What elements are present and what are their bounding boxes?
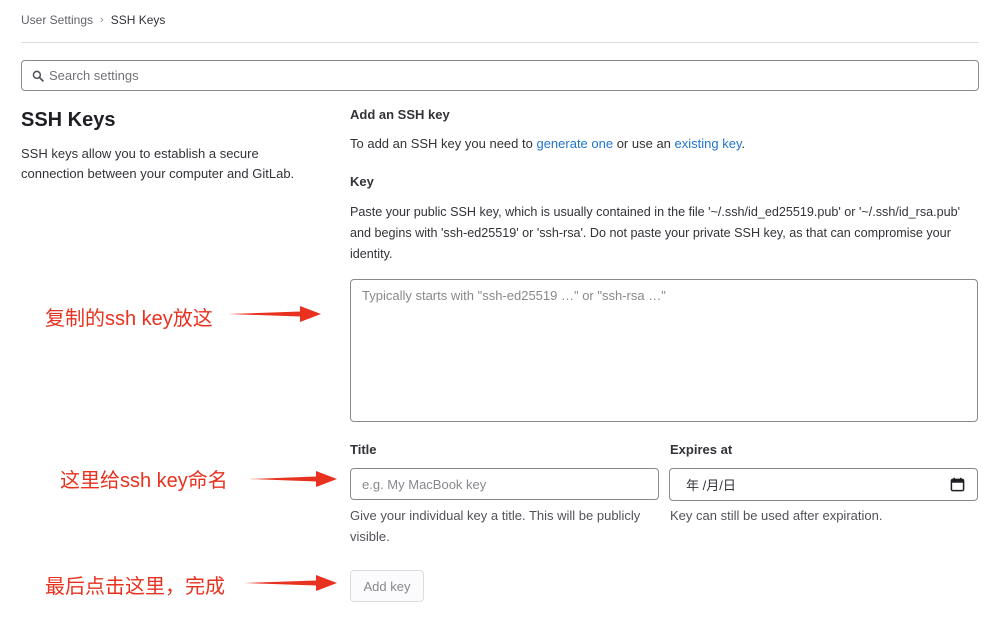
breadcrumb-parent[interactable]: User Settings bbox=[21, 13, 93, 27]
expires-date-input[interactable]: 年 /月/日 bbox=[669, 468, 978, 501]
generate-one-link[interactable]: generate one bbox=[536, 136, 613, 151]
annotation-key: 复制的ssh key放这 bbox=[45, 308, 213, 330]
annotation-arrow-key bbox=[228, 306, 321, 322]
breadcrumb-current[interactable]: SSH Keys bbox=[111, 13, 166, 27]
annotation-title: 这里给ssh key命名 bbox=[60, 470, 228, 492]
expires-help-text: Key can still be used after expiration. bbox=[670, 508, 883, 523]
annotation-arrow-title bbox=[249, 471, 337, 487]
title-input[interactable] bbox=[350, 468, 659, 500]
header-divider bbox=[21, 42, 979, 43]
key-textarea[interactable] bbox=[350, 279, 978, 422]
section-description: SSH keys allow you to establish a secure… bbox=[21, 146, 295, 181]
title-help-text: Give your individual key a title. This w… bbox=[350, 508, 641, 544]
expires-label: Expires at bbox=[670, 442, 733, 457]
add-key-heading: Add an SSH key bbox=[350, 107, 450, 122]
calendar-icon[interactable] bbox=[950, 477, 965, 492]
existing-key-link[interactable]: existing key bbox=[675, 136, 742, 151]
search-icon bbox=[32, 70, 44, 82]
search-input[interactable] bbox=[49, 68, 978, 83]
annotation-arrow-submit bbox=[244, 575, 337, 591]
add-key-intro: To add an SSH key you need to generate o… bbox=[350, 136, 746, 151]
title-label: Title bbox=[350, 442, 377, 457]
annotation-submit: 最后点击这里，完成 bbox=[45, 576, 225, 598]
key-label: Key bbox=[350, 174, 374, 189]
search-box[interactable] bbox=[21, 60, 979, 91]
chevron-right-icon: › bbox=[100, 14, 104, 26]
add-key-button[interactable]: Add key bbox=[350, 570, 424, 602]
expires-date-value: 年 /月/日 bbox=[686, 478, 736, 493]
breadcrumb: User Settings › SSH Keys bbox=[21, 12, 165, 28]
key-help-text: Paste your public SSH key, which is usua… bbox=[350, 205, 961, 261]
section-title: SSH Keys bbox=[21, 109, 116, 131]
